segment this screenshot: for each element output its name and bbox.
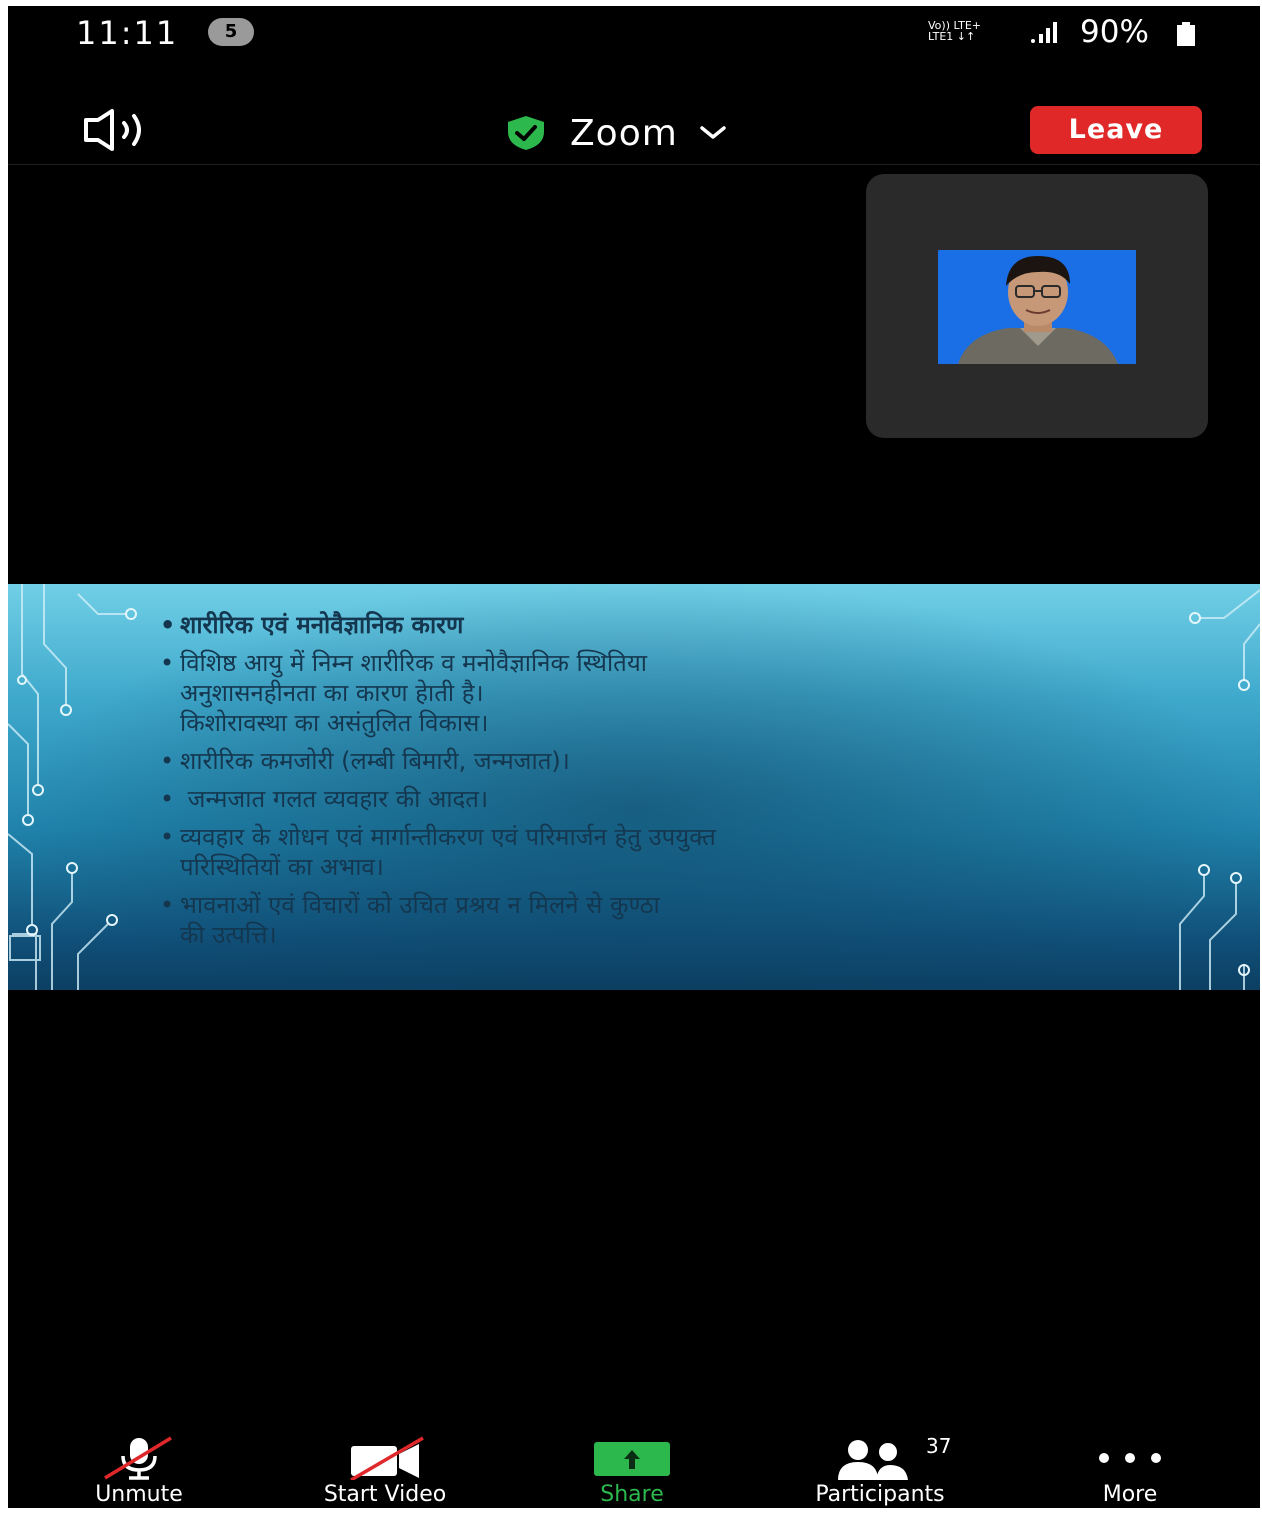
- participants-button[interactable]: 37 Participants: [778, 1430, 982, 1508]
- slide-line: की उत्पत्ति।: [180, 921, 277, 949]
- speaker-icon[interactable]: [80, 108, 160, 152]
- participant-photo: [938, 250, 1136, 364]
- person-portrait: [938, 250, 1136, 364]
- slide-bullet: • शारीरिक एवं मनोवैज्ञानिक कारण: [160, 611, 464, 639]
- circuit-decoration-left: [8, 584, 137, 990]
- meeting-title-dropdown[interactable]: Zoom: [504, 108, 728, 158]
- slide-bullet-text: विशिष्ठ आयु में निम्न शारीरिक व मनोवैज्ञ…: [180, 649, 647, 677]
- slide-bullet: • जन्मजात गलत व्यवहार की आदत।: [160, 785, 489, 813]
- share-upload-icon: [594, 1442, 670, 1476]
- slide-bullet-text: जन्मजात गलत व्यवहार की आदत।: [180, 785, 489, 813]
- slide-line: किशोरावस्था का असंतुलित विकास।: [180, 709, 489, 737]
- slide-content: • शारीरिक एवं मनोवैज्ञानिक कारण • विशिष्ठ …: [160, 610, 1150, 950]
- slide-bullet: • व्यवहार के शोधन एवं मार्गान्तीकरण एवं प…: [160, 823, 716, 851]
- microphone-muted-icon: [104, 1436, 172, 1480]
- more-button[interactable]: More: [1078, 1430, 1182, 1508]
- participants-count-badge: 37: [926, 1434, 952, 1458]
- more-label: More: [1102, 1482, 1158, 1507]
- leave-button[interactable]: Leave: [1030, 106, 1202, 154]
- slide-line: अनुशासनहीनता का कारण हेाती है।: [180, 679, 484, 707]
- share-label: Share: [600, 1482, 664, 1507]
- status-bar: 11:11 5 Vo)) LTE+ LTE1 ↓↑ 90%: [8, 6, 1260, 66]
- share-button[interactable]: Share: [574, 1430, 690, 1508]
- video-camera-off-icon: [350, 1436, 424, 1480]
- participants-label: Participants: [815, 1482, 945, 1507]
- slide-bullet-text: व्यवहार के शोधन एवं मार्गान्तीकरण एवं पर…: [180, 823, 716, 851]
- slide-bullet: • विशिष्ठ आयु में निम्न शारीरिक व मनोवैज्…: [160, 649, 647, 677]
- zoom-meeting-screen: 11:11 5 Vo)) LTE+ LTE1 ↓↑ 90% Zoom Leave…: [8, 6, 1260, 1508]
- circuit-decoration-right: [1179, 589, 1260, 990]
- signal-strength-icon: [1031, 22, 1057, 43]
- notification-badge: 5: [208, 18, 254, 46]
- status-time: 11:11: [76, 14, 179, 52]
- network-label-bottom: LTE1 ↓↑: [928, 30, 976, 43]
- meeting-title: Zoom: [570, 112, 678, 154]
- slide-bullet: • भावनाओं एवं विचारों को उचित प्रश्रय न म…: [160, 891, 660, 919]
- slide-bullet: • शारीरिक कमजोरी (लम्बी बिमारी, जन्मजात)।: [160, 747, 570, 775]
- battery-icon: [1177, 22, 1195, 46]
- slide-bullet-text: शारीरिक एवं मनोवैज्ञानिक कारण: [180, 611, 464, 639]
- chevron-down-icon: [700, 126, 726, 139]
- meeting-header: Zoom Leave: [8, 66, 1260, 165]
- more-dots-icon: [1099, 1453, 1161, 1463]
- battery-percentage: 90%: [1080, 14, 1149, 50]
- start-video-label: Start Video: [323, 1482, 447, 1507]
- self-video-tile[interactable]: [866, 174, 1208, 438]
- meeting-toolbar: Unmute Start Video Share 37 Participants…: [8, 1430, 1260, 1508]
- slide-line: परिस्थितियों का अभाव।: [180, 853, 384, 881]
- shield-check-icon: [508, 116, 544, 150]
- unmute-label: Unmute: [95, 1482, 183, 1507]
- slide-bullet-text: शारीरिक कमजोरी (लम्बी बिमारी, जन्मजात)।: [180, 747, 570, 775]
- slide-bullet-text: भावनाओं एवं विचारों को उचित प्रश्रय न मि…: [180, 891, 660, 919]
- participants-icon: [838, 1440, 908, 1480]
- start-video-button[interactable]: Start Video: [290, 1430, 480, 1508]
- shared-screen-slide[interactable]: • शारीरिक एवं मनोवैज्ञानिक कारण • विशिष्ठ …: [8, 584, 1260, 990]
- network-type-icon: Vo)) LTE+ LTE1 ↓↑: [928, 20, 988, 42]
- unmute-button[interactable]: Unmute: [66, 1430, 212, 1508]
